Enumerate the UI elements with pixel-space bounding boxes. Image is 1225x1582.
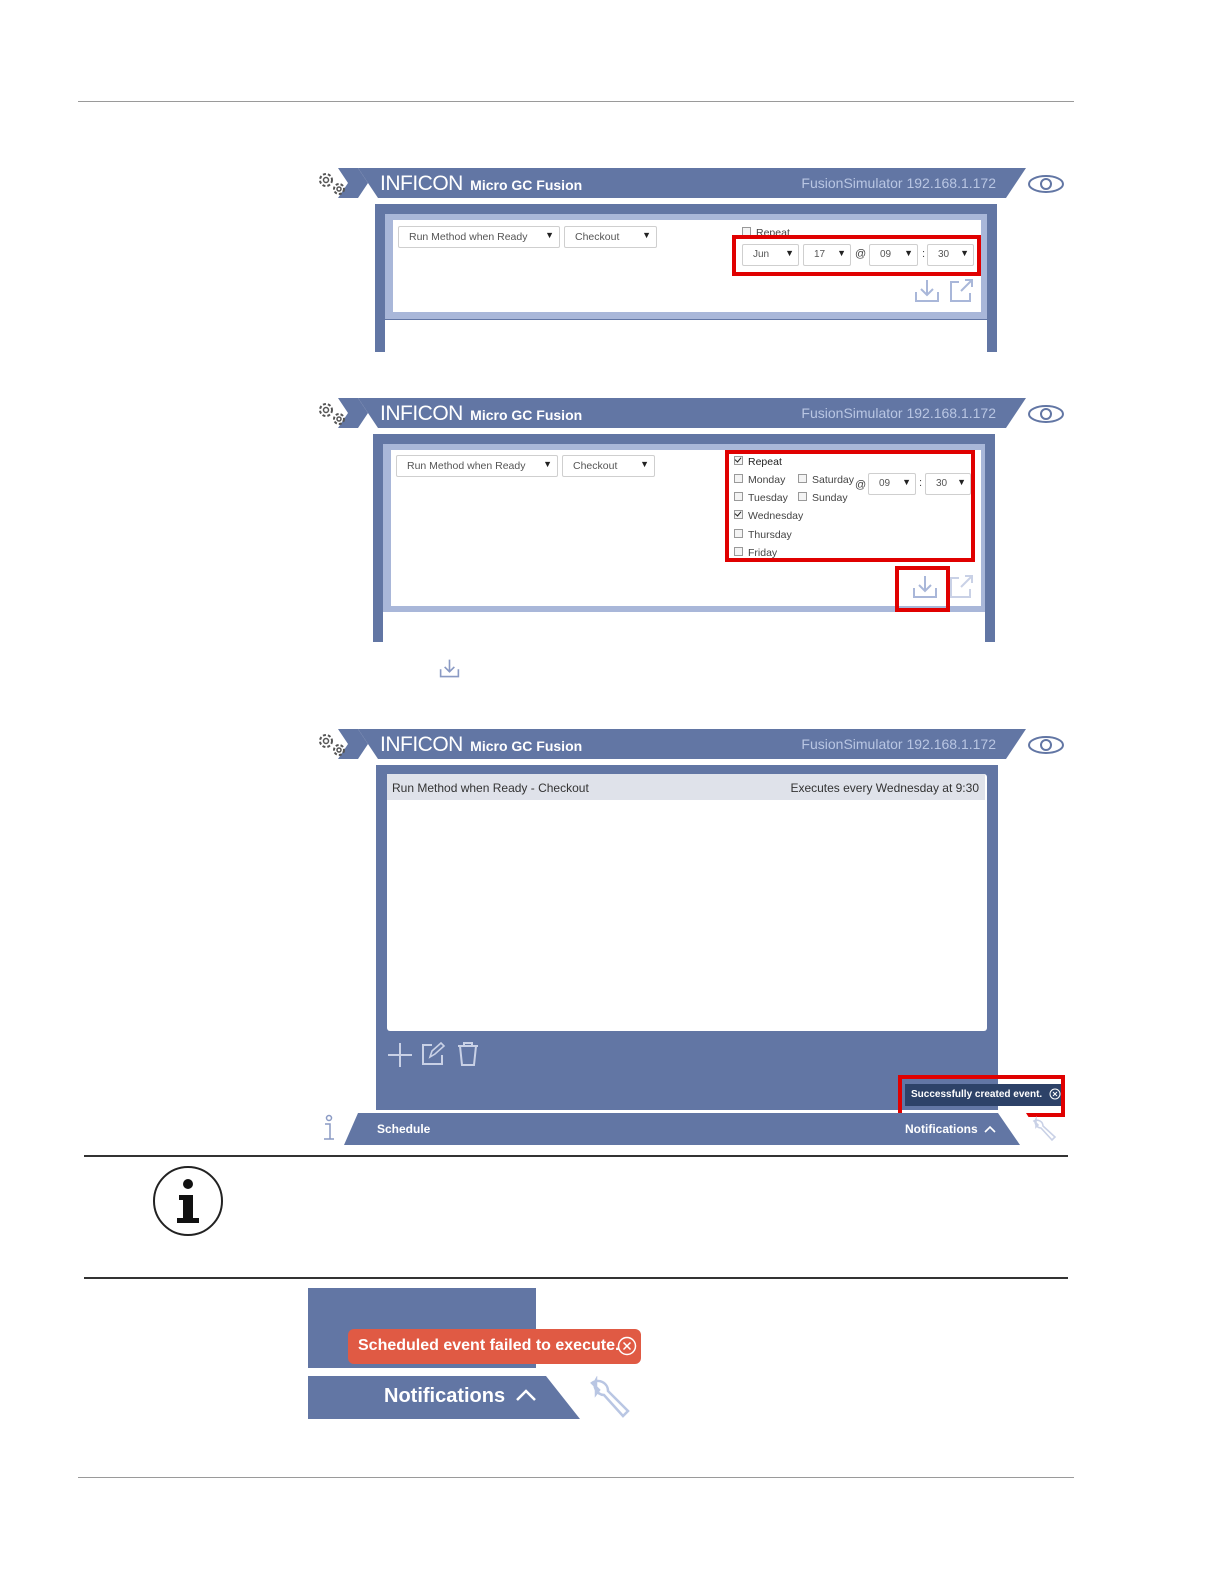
app-header: INFICON Micro GC Fusion FusionSimulator … xyxy=(308,398,1068,428)
notifications-label: Notifications xyxy=(384,1385,506,1407)
chevron-up-icon xyxy=(515,1389,536,1401)
screenshot-3: INFICON Micro GC Fusion FusionSimulator … xyxy=(308,729,1068,1145)
inficon-logo: INFICON xyxy=(380,172,463,195)
eye-icon[interactable] xyxy=(1026,172,1066,196)
edit-icon[interactable] xyxy=(420,1041,446,1067)
failure-toast: Scheduled event failed to execute. xyxy=(348,1329,641,1364)
eye-icon[interactable] xyxy=(1026,733,1066,757)
bottom-rule xyxy=(78,1477,1074,1478)
brand-logo: INFICON Micro GC Fusion xyxy=(380,172,582,196)
download-icon xyxy=(439,659,460,678)
wrench-icon[interactable] xyxy=(1030,1116,1058,1144)
highlight-date-time xyxy=(732,235,981,276)
method-select[interactable]: Run Method when Ready ▼ xyxy=(398,226,560,248)
brand-logo: INFICON Micro GC Fusion xyxy=(380,402,582,426)
host-label: FusionSimulator 192.168.1.172 xyxy=(801,175,996,191)
product-name: Micro GC Fusion xyxy=(470,177,583,193)
notice-top-rule xyxy=(84,1155,1068,1157)
brand-logo: INFICON Micro GC Fusion xyxy=(380,733,582,757)
panel-lower xyxy=(383,612,985,642)
open-external-icon[interactable] xyxy=(948,574,974,600)
wrench-icon[interactable] xyxy=(586,1376,634,1422)
plus-icon[interactable] xyxy=(386,1041,414,1069)
event-name: Run Method when Ready - Checkout xyxy=(392,781,589,795)
highlight-save-button xyxy=(895,566,950,612)
highlight-repeat-options xyxy=(725,450,975,562)
method-name-select[interactable]: Checkout ▼ xyxy=(564,226,657,248)
info-icon xyxy=(153,1166,223,1236)
info-glyph xyxy=(177,1179,199,1223)
event-schedule: Executes every Wednesday at 9:30 xyxy=(790,781,979,795)
eye-icon[interactable] xyxy=(1026,402,1066,426)
event-row[interactable]: Run Method when Ready - Checkout Execute… xyxy=(387,774,985,800)
gear-icon[interactable] xyxy=(310,168,354,198)
close-circle-icon[interactable] xyxy=(617,1336,637,1356)
schedule-tab[interactable]: Schedule xyxy=(377,1122,430,1136)
method-select-value: Run Method when Ready xyxy=(407,460,526,472)
dropdown-arrow-icon: ▼ xyxy=(642,230,651,240)
method-name-select[interactable]: Checkout ▼ xyxy=(562,455,655,477)
notifications-label: Notifications xyxy=(905,1122,978,1136)
dropdown-arrow-icon: ▼ xyxy=(543,459,552,469)
inficon-logo: INFICON xyxy=(380,733,463,756)
highlight-toast xyxy=(898,1075,1065,1117)
top-rule xyxy=(78,101,1074,102)
open-external-icon[interactable] xyxy=(948,278,974,304)
method-select-value: Run Method when Ready xyxy=(409,231,528,243)
product-name: Micro GC Fusion xyxy=(470,407,583,423)
download-icon[interactable] xyxy=(914,278,940,304)
screenshot-2: INFICON Micro GC Fusion FusionSimulator … xyxy=(308,398,1068,642)
host-label: FusionSimulator 192.168.1.172 xyxy=(801,736,996,752)
dropdown-arrow-icon: ▼ xyxy=(545,230,554,240)
info-icon[interactable] xyxy=(320,1114,338,1142)
chevron-up-icon xyxy=(984,1125,996,1133)
trash-icon[interactable] xyxy=(456,1041,480,1067)
notifications-toggle[interactable]: Notifications xyxy=(384,1385,537,1408)
app-header: INFICON Micro GC Fusion FusionSimulator … xyxy=(308,168,1068,198)
gear-icon[interactable] xyxy=(310,729,354,759)
failure-message: Scheduled event failed to execute. xyxy=(358,1337,620,1354)
notifications-toggle[interactable]: Notifications xyxy=(905,1122,996,1136)
notice-bottom-rule xyxy=(84,1277,1068,1279)
method-select[interactable]: Run Method when Ready ▼ xyxy=(396,455,558,477)
screenshot-1: INFICON Micro GC Fusion FusionSimulator … xyxy=(308,168,1068,352)
method-name-value: Checkout xyxy=(573,460,618,472)
panel-lower xyxy=(385,320,987,352)
gear-icon[interactable] xyxy=(310,398,354,428)
method-name-value: Checkout xyxy=(575,231,620,243)
host-label: FusionSimulator 192.168.1.172 xyxy=(801,405,996,421)
inficon-logo: INFICON xyxy=(380,402,463,425)
app-header: INFICON Micro GC Fusion FusionSimulator … xyxy=(308,729,1068,759)
product-name: Micro GC Fusion xyxy=(470,738,583,754)
event-list xyxy=(387,774,987,1031)
dropdown-arrow-icon: ▼ xyxy=(640,459,649,469)
